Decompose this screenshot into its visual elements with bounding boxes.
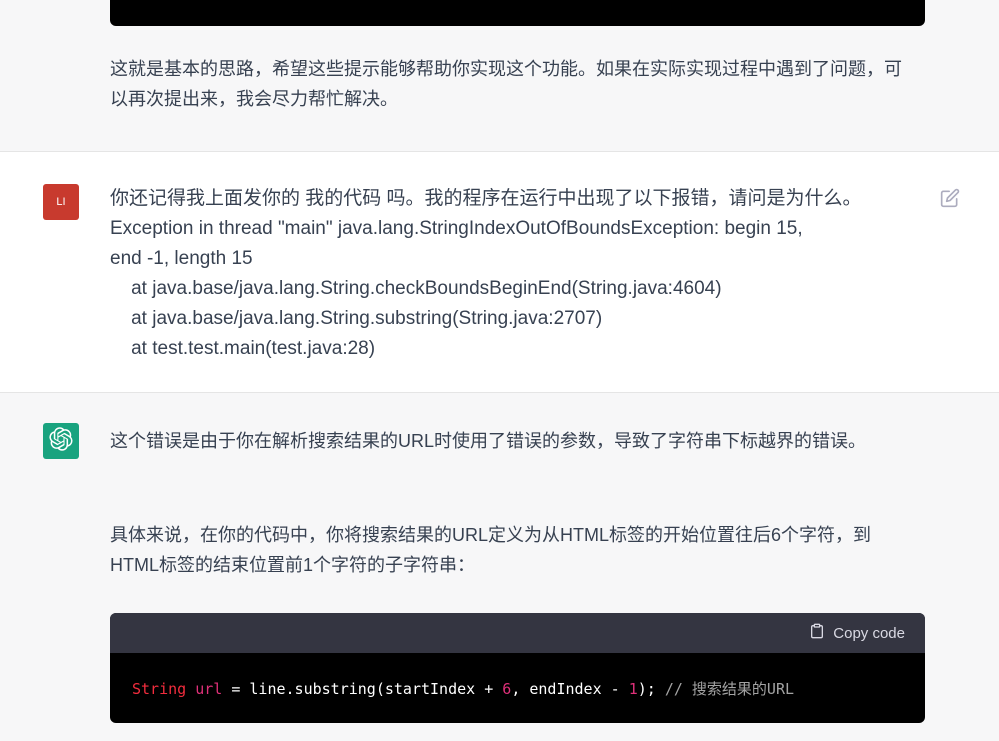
code-token-number: 1 [628,680,638,698]
user-message-line: 你还记得我上面发你的 我的代码 吗。我的程序在运行中出现了以下报错，请问是为什么… [110,188,862,209]
code-token-args: , endIndex - [511,680,629,698]
user-message-line: Exception in thread "main" java.lang.Str… [110,218,803,239]
code-block-header: Copy code [110,613,925,653]
user-message-text: 你还记得我上面发你的 我的代码 吗。我的程序在运行中出现了以下报错，请问是为什么… [110,184,920,364]
user-message-line: at java.base/java.lang.String.checkBound… [110,278,722,299]
code-token-variable: url [195,680,223,698]
previous-code-block [110,0,925,26]
user-avatar: LI [43,184,79,220]
code-token-operator: = [222,680,250,698]
assistant-paragraph-2: 具体来说，在你的代码中，你将搜索结果的URL定义为从HTML标签的开始位置往后6… [110,525,872,575]
assistant-paragraph-1: 这个错误是由于你在解析搜索结果的URL时使用了错误的参数，导致了字符串下标越界的… [110,431,867,451]
code-token-call: line.substring(startIndex + [249,680,503,698]
code-token-close: ); [637,680,656,698]
assistant-avatar [43,423,79,459]
user-message-line: at test.test.main(test.java:28) [110,338,376,359]
previous-assistant-message: 这就是基本的思路，希望这些提示能够帮助你实现这个功能。如果在实际实现过程中遇到了… [0,0,999,152]
edit-icon[interactable] [940,188,960,208]
previous-message-text: 这就是基本的思路，希望这些提示能够帮助你实现这个功能。如果在实际实现过程中遇到了… [110,59,902,109]
user-message-line: at java.base/java.lang.String.substring(… [110,308,603,329]
user-message-line: end -1, length 15 [110,248,253,269]
code-token-comment: // 搜索结果的URL [655,680,795,698]
copy-code-button[interactable]: Copy code [809,623,905,643]
clipboard-icon [809,622,833,644]
openai-logo-icon [49,426,73,456]
code-block: Copy code String url = line.substring(st… [110,613,925,723]
code-token-type: String [132,680,187,698]
code-content: String url = line.substring(startIndex +… [132,679,794,699]
copy-code-label: Copy code [833,624,905,642]
code-token-number: 6 [502,680,512,698]
